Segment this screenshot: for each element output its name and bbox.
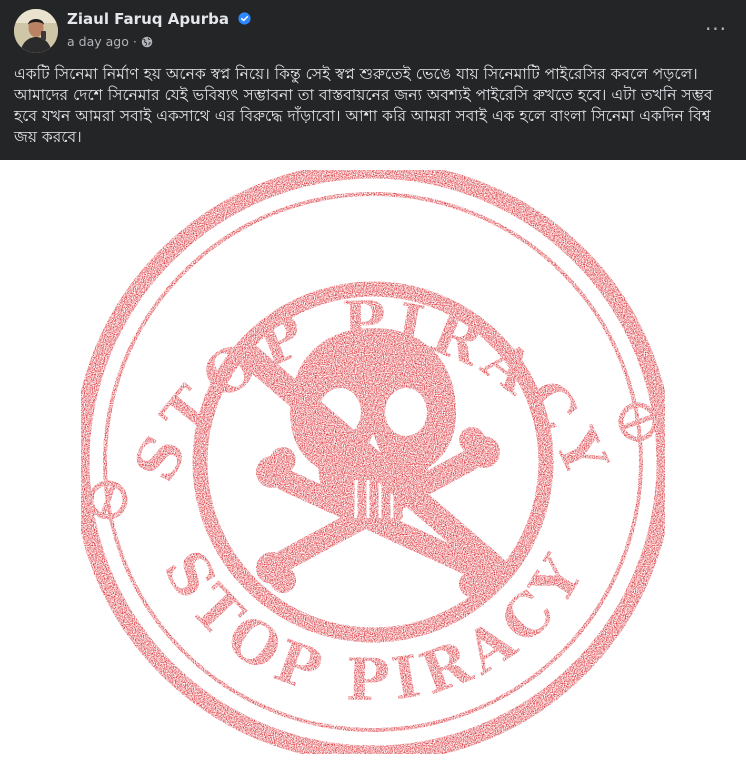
stamp-group: STOP PIRACY STOP PIRACY <box>72 161 674 763</box>
facebook-post: Ziaul Faruq Apurba a day ago · ··· একটি … <box>0 0 746 768</box>
avatar-photo <box>14 9 58 53</box>
meta-separator: · <box>132 34 137 49</box>
globe-icon[interactable] <box>141 36 153 48</box>
more-options-button[interactable]: ··· <box>698 14 734 44</box>
author-name-link[interactable]: Ziaul Faruq Apurba <box>67 10 251 28</box>
verified-badge-icon <box>238 12 251 25</box>
post-meta: a day ago · <box>67 34 153 49</box>
author-name: Ziaul Faruq Apurba <box>67 10 229 28</box>
post-timestamp-link[interactable]: a day ago <box>67 34 129 49</box>
stamp-bottom-textpath: STOP PIRACY <box>150 539 593 714</box>
more-icon: ··· <box>704 17 728 41</box>
stamp-bottom-text: STOP PIRACY <box>150 539 600 714</box>
avatar[interactable] <box>14 9 58 53</box>
post-header: Ziaul Faruq Apurba a day ago · ··· <box>0 0 746 58</box>
stop-piracy-stamp: STOP PIRACY STOP PIRACY <box>72 161 674 763</box>
post-text: একটি সিনেমা নির্মাণ হয় অনেক স্বপ্ন নিয়… <box>14 65 713 146</box>
post-image[interactable]: STOP PIRACY STOP PIRACY <box>0 160 746 768</box>
